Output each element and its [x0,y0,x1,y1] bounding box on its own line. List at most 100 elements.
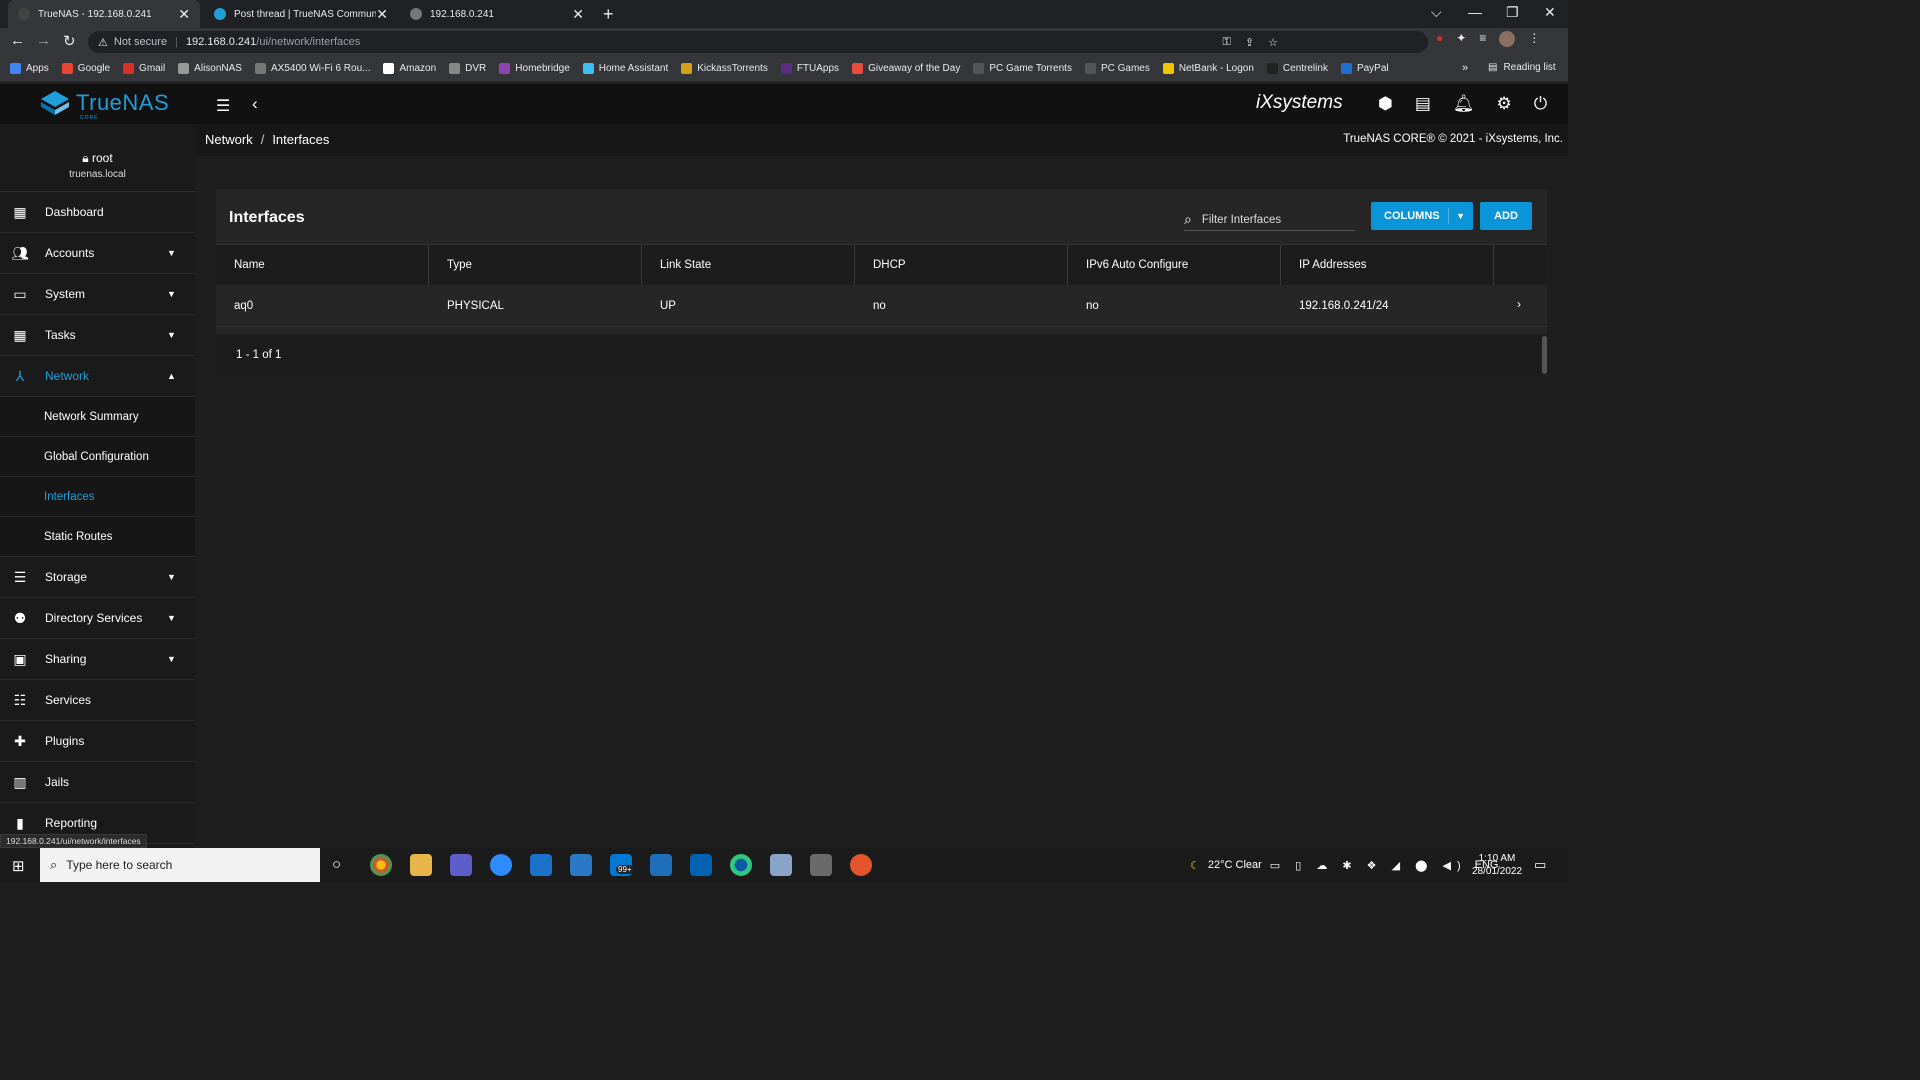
clipboard-tasks-icon[interactable]: ▤ [1415,94,1431,114]
app-icon[interactable] [650,854,672,876]
sidebar-item-tasks[interactable]: ▦ Tasks ▼ [0,315,195,356]
chrome-app-icon[interactable] [370,854,392,876]
browser-tab-ip[interactable]: 192.168.0.241 ✕ [400,0,594,28]
close-window-icon[interactable]: ✕ [1544,4,1556,21]
sidebar-item-plugins[interactable]: ✚ Plugins [0,721,195,762]
browser-tab-forum[interactable]: Post thread | TrueNAS Communit ✕ [204,0,398,28]
column-header[interactable]: Type [429,245,642,285]
notification-icon[interactable]: ▭ [1534,857,1546,873]
bookmark-item[interactable]: DVR [449,63,486,74]
share-icon[interactable]: ⇪ [1245,36,1254,49]
mail-icon[interactable]: 99+ [610,854,634,876]
column-header[interactable]: Link State [642,245,855,285]
sidebar-item-storage[interactable]: ☰ Storage ▼ [0,557,195,598]
sidebar-item-directory-services[interactable]: ⚉ Directory Services ▼ [0,598,195,639]
weather-text[interactable]: 22°C Clear [1208,859,1262,871]
sidebar-subitem-interfaces[interactable]: Interfaces [0,477,195,517]
gear-icon[interactable]: ⚙ [1497,94,1512,114]
truenas-logo[interactable]: TrueNAS CORE [40,90,169,121]
sidebar-item-sharing[interactable]: ▣ Sharing ▼ [0,639,195,680]
sidebar-item-network[interactable]: ⅄ Network ▲ [0,356,195,397]
chevron-right-icon[interactable]: › [1517,297,1521,311]
column-header[interactable]: Name [216,245,429,285]
bookmark-item[interactable]: Amazon [383,63,436,74]
column-header[interactable]: DHCP [855,245,1068,285]
bookmark-item[interactable]: PayPal [1340,63,1389,74]
scrollbar[interactable] [1542,336,1547,374]
windows-start-icon[interactable]: ⊞ [12,857,25,875]
calendar-icon[interactable] [570,854,592,876]
bookmark-item[interactable]: AlisonNAS [178,63,242,74]
extensions-puzzle-icon[interactable]: ✦ [1456,31,1466,47]
ixsystems-logo[interactable]: iXsystems [1256,92,1343,114]
teams-icon[interactable] [450,854,472,876]
chrome-menu-icon[interactable]: ⋮ [1528,31,1540,47]
breadcrumb-network[interactable]: Network [205,132,253,147]
bookmark-item[interactable]: Apps [10,63,49,74]
bookmark-item[interactable]: AX5400 Wi-Fi 6 Rou... [254,63,370,74]
truecommand-icon[interactable]: ⬢ [1378,94,1393,114]
sidebar-subitem-network-summary[interactable]: Network Summary [0,397,195,437]
close-tab-icon[interactable]: ✕ [376,6,388,23]
minimize-icon[interactable]: — [1468,4,1482,20]
ublock-extension-icon[interactable]: ● [1436,31,1443,47]
profile-avatar[interactable] [1499,31,1516,47]
security-label[interactable]: Not secure [114,36,167,48]
bookmark-item[interactable]: PC Games [1084,63,1150,74]
chevron-left-icon[interactable]: ‹ [252,94,258,114]
bookmark-item[interactable]: PC Game Torrents [973,63,1072,74]
back-icon[interactable]: ← [10,32,25,49]
forward-icon[interactable]: → [36,32,51,49]
browser-tab-truenas[interactable]: TrueNAS - 192.168.0.241 ✕ [8,0,200,28]
bookmarks-overflow-icon[interactable]: » [1462,62,1468,74]
sidebar-item-jails[interactable]: ▥ Jails [0,762,195,803]
restore-icon[interactable]: ❐ [1506,4,1519,21]
bookmark-item[interactable]: Centrelink [1266,63,1328,74]
sidebar-item-system[interactable]: ▭ System ▼ [0,274,195,315]
bookmark-item[interactable]: Google [61,63,110,74]
address-bar[interactable]: ⚠ Not secure | 192.168.0.241/ui/network/… [88,31,1428,53]
zoom-icon[interactable] [490,854,512,876]
network-tool-icon[interactable] [770,854,792,876]
close-tab-icon[interactable]: ✕ [572,6,584,23]
cortana-icon[interactable]: ○ [332,856,341,873]
app-icon[interactable] [810,854,832,876]
table-row[interactable]: aq0 PHYSICAL UP no no 192.168.0.241/24 › [216,285,1547,327]
edge-icon[interactable] [730,854,752,876]
sidebar-subitem-static-routes[interactable]: Static Routes [0,517,195,557]
app-icon[interactable] [850,854,872,876]
bookmark-item[interactable]: FTUApps [780,63,839,74]
bookmark-item[interactable]: Home Assistant [582,63,668,74]
taskbar-search-input[interactable] [66,858,287,872]
bookmark-item[interactable]: KickassTorrents [681,63,768,74]
add-button[interactable]: ADD [1480,202,1532,230]
sidebar-item-accounts[interactable]: 👥︎ Accounts ▼ [0,233,195,274]
taskbar-search[interactable]: ⌕ [40,848,320,882]
sidebar-item-services[interactable]: ☷ Services [0,680,195,721]
app-icon[interactable] [530,854,552,876]
media-queue-icon[interactable]: ≡ [1479,31,1486,47]
tab-search-icon[interactable]: ⌵ [1431,4,1442,21]
bookmark-item[interactable]: NetBank - Logon [1162,63,1254,74]
filter-input[interactable] [1201,213,1342,226]
bookmark-item[interactable]: Homebridge [499,63,570,74]
store-icon[interactable] [690,854,712,876]
sidebar-subitem-global-configuration[interactable]: Global Configuration [0,437,195,477]
bookmark-item[interactable]: Giveaway of the Day [852,63,960,74]
column-header[interactable]: IPv6 Auto Configure [1068,245,1281,285]
bookmark-star-icon[interactable]: ☆ [1268,36,1278,49]
clock[interactable]: 1:10 AM 28/01/2022 [1472,852,1522,878]
bell-icon[interactable]: 🔔︎ [1453,94,1475,114]
key-icon[interactable]: ⚿ [1223,36,1231,49]
new-tab-button[interactable]: + [603,4,614,25]
columns-button[interactable]: COLUMNS ▼ [1371,202,1473,230]
reload-icon[interactable]: ↻ [63,32,76,50]
menu-hamburger-icon[interactable]: ☰ [216,96,230,116]
close-tab-icon[interactable]: ✕ [178,6,190,23]
column-header[interactable]: IP Addresses [1281,245,1494,285]
sidebar-item-dashboard[interactable]: ▦ Dashboard [0,192,195,233]
tray-icons[interactable]: ▭ ▯ ☁ ✱ ❖ ◢ ⬤ ◀) [1270,859,1467,872]
reading-list-button[interactable]: ▤ Reading list [1488,62,1556,73]
power-icon[interactable]: ⏻ [1534,94,1547,114]
file-explorer-icon[interactable] [410,854,432,876]
